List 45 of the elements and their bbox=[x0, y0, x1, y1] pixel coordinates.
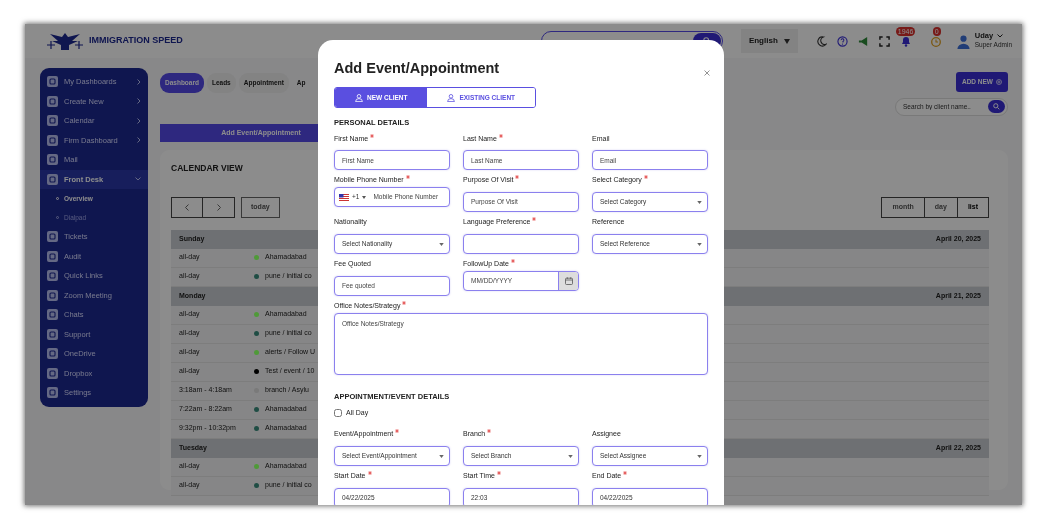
menu-icon bbox=[47, 250, 58, 262]
menu-icon bbox=[47, 154, 58, 166]
close-icon bbox=[704, 69, 710, 76]
calendar-button[interactable] bbox=[558, 272, 578, 290]
flag-icon bbox=[339, 193, 349, 201]
avatar-icon bbox=[955, 33, 971, 49]
search-icon bbox=[993, 103, 1000, 111]
menu-icon bbox=[47, 328, 58, 340]
modal-title: Add Event/Appointment bbox=[334, 59, 500, 78]
input-field[interactable] bbox=[463, 233, 579, 254]
caret-icon[interactable] bbox=[362, 195, 367, 199]
card-title: CALENDAR VIEW bbox=[171, 161, 244, 175]
caret-icon bbox=[783, 38, 790, 44]
calendar-icon bbox=[564, 277, 573, 285]
menu-icon bbox=[47, 348, 58, 360]
help-icon[interactable] bbox=[836, 35, 848, 47]
plus-circle-icon bbox=[996, 78, 1002, 85]
menu-icon bbox=[47, 289, 58, 301]
menu-icon bbox=[47, 76, 58, 88]
chevron-left-icon bbox=[185, 203, 189, 211]
eagle-logo-icon bbox=[45, 31, 85, 51]
prev-button[interactable] bbox=[171, 196, 203, 218]
menu-icon bbox=[47, 367, 58, 379]
person-icon bbox=[355, 93, 363, 102]
menu-icon bbox=[47, 270, 58, 282]
timer-icon[interactable] bbox=[929, 35, 942, 47]
menu-icon bbox=[47, 134, 58, 146]
menu-icon bbox=[47, 115, 58, 127]
chevron-right-icon bbox=[216, 203, 221, 211]
chevron-down-icon[interactable] bbox=[997, 34, 1004, 39]
bell-icon[interactable] bbox=[899, 35, 912, 47]
logo-text: IMMIGRATION SPEED bbox=[89, 34, 183, 48]
person-icon bbox=[447, 93, 456, 102]
menu-icon bbox=[47, 95, 58, 107]
next-button[interactable] bbox=[203, 196, 235, 218]
moon-icon[interactable] bbox=[815, 35, 827, 47]
language-select[interactable]: English bbox=[740, 29, 798, 53]
search-button[interactable] bbox=[988, 100, 1005, 114]
menu-icon bbox=[47, 309, 58, 321]
menu-icon bbox=[47, 387, 58, 399]
menu-icon bbox=[47, 173, 58, 185]
fullscreen-icon[interactable] bbox=[878, 35, 890, 47]
megaphone-icon[interactable] bbox=[857, 35, 869, 47]
checkbox[interactable] bbox=[334, 409, 342, 417]
menu-icon bbox=[47, 231, 58, 243]
